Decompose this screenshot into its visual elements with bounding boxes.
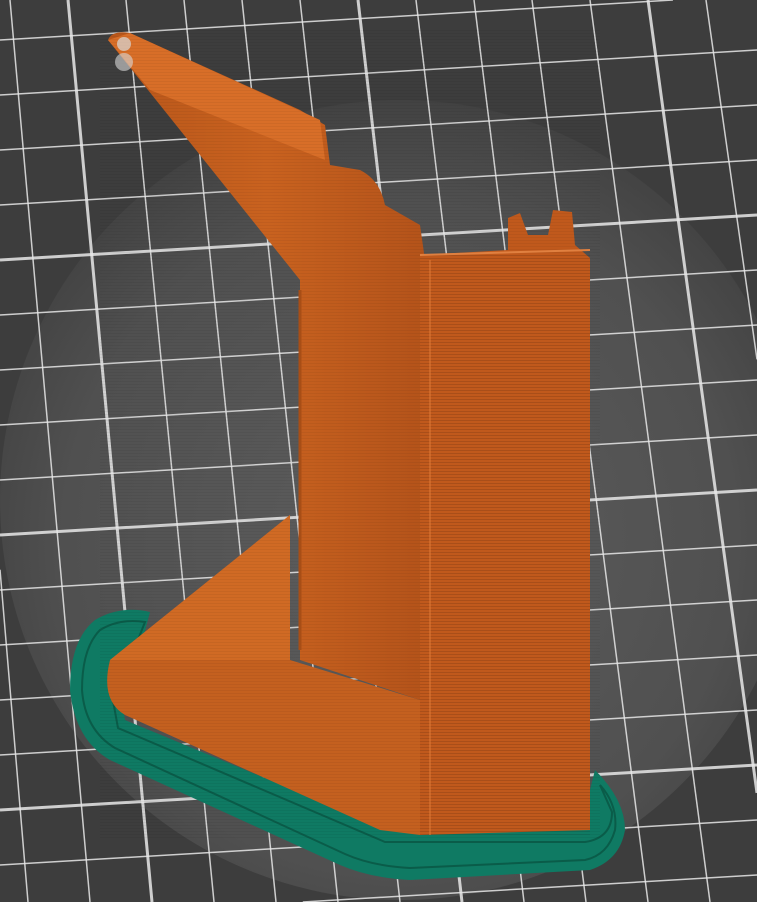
3d-preview-viewport[interactable] (0, 0, 757, 902)
preview-canvas[interactable] (0, 0, 757, 902)
model (100, 30, 600, 840)
